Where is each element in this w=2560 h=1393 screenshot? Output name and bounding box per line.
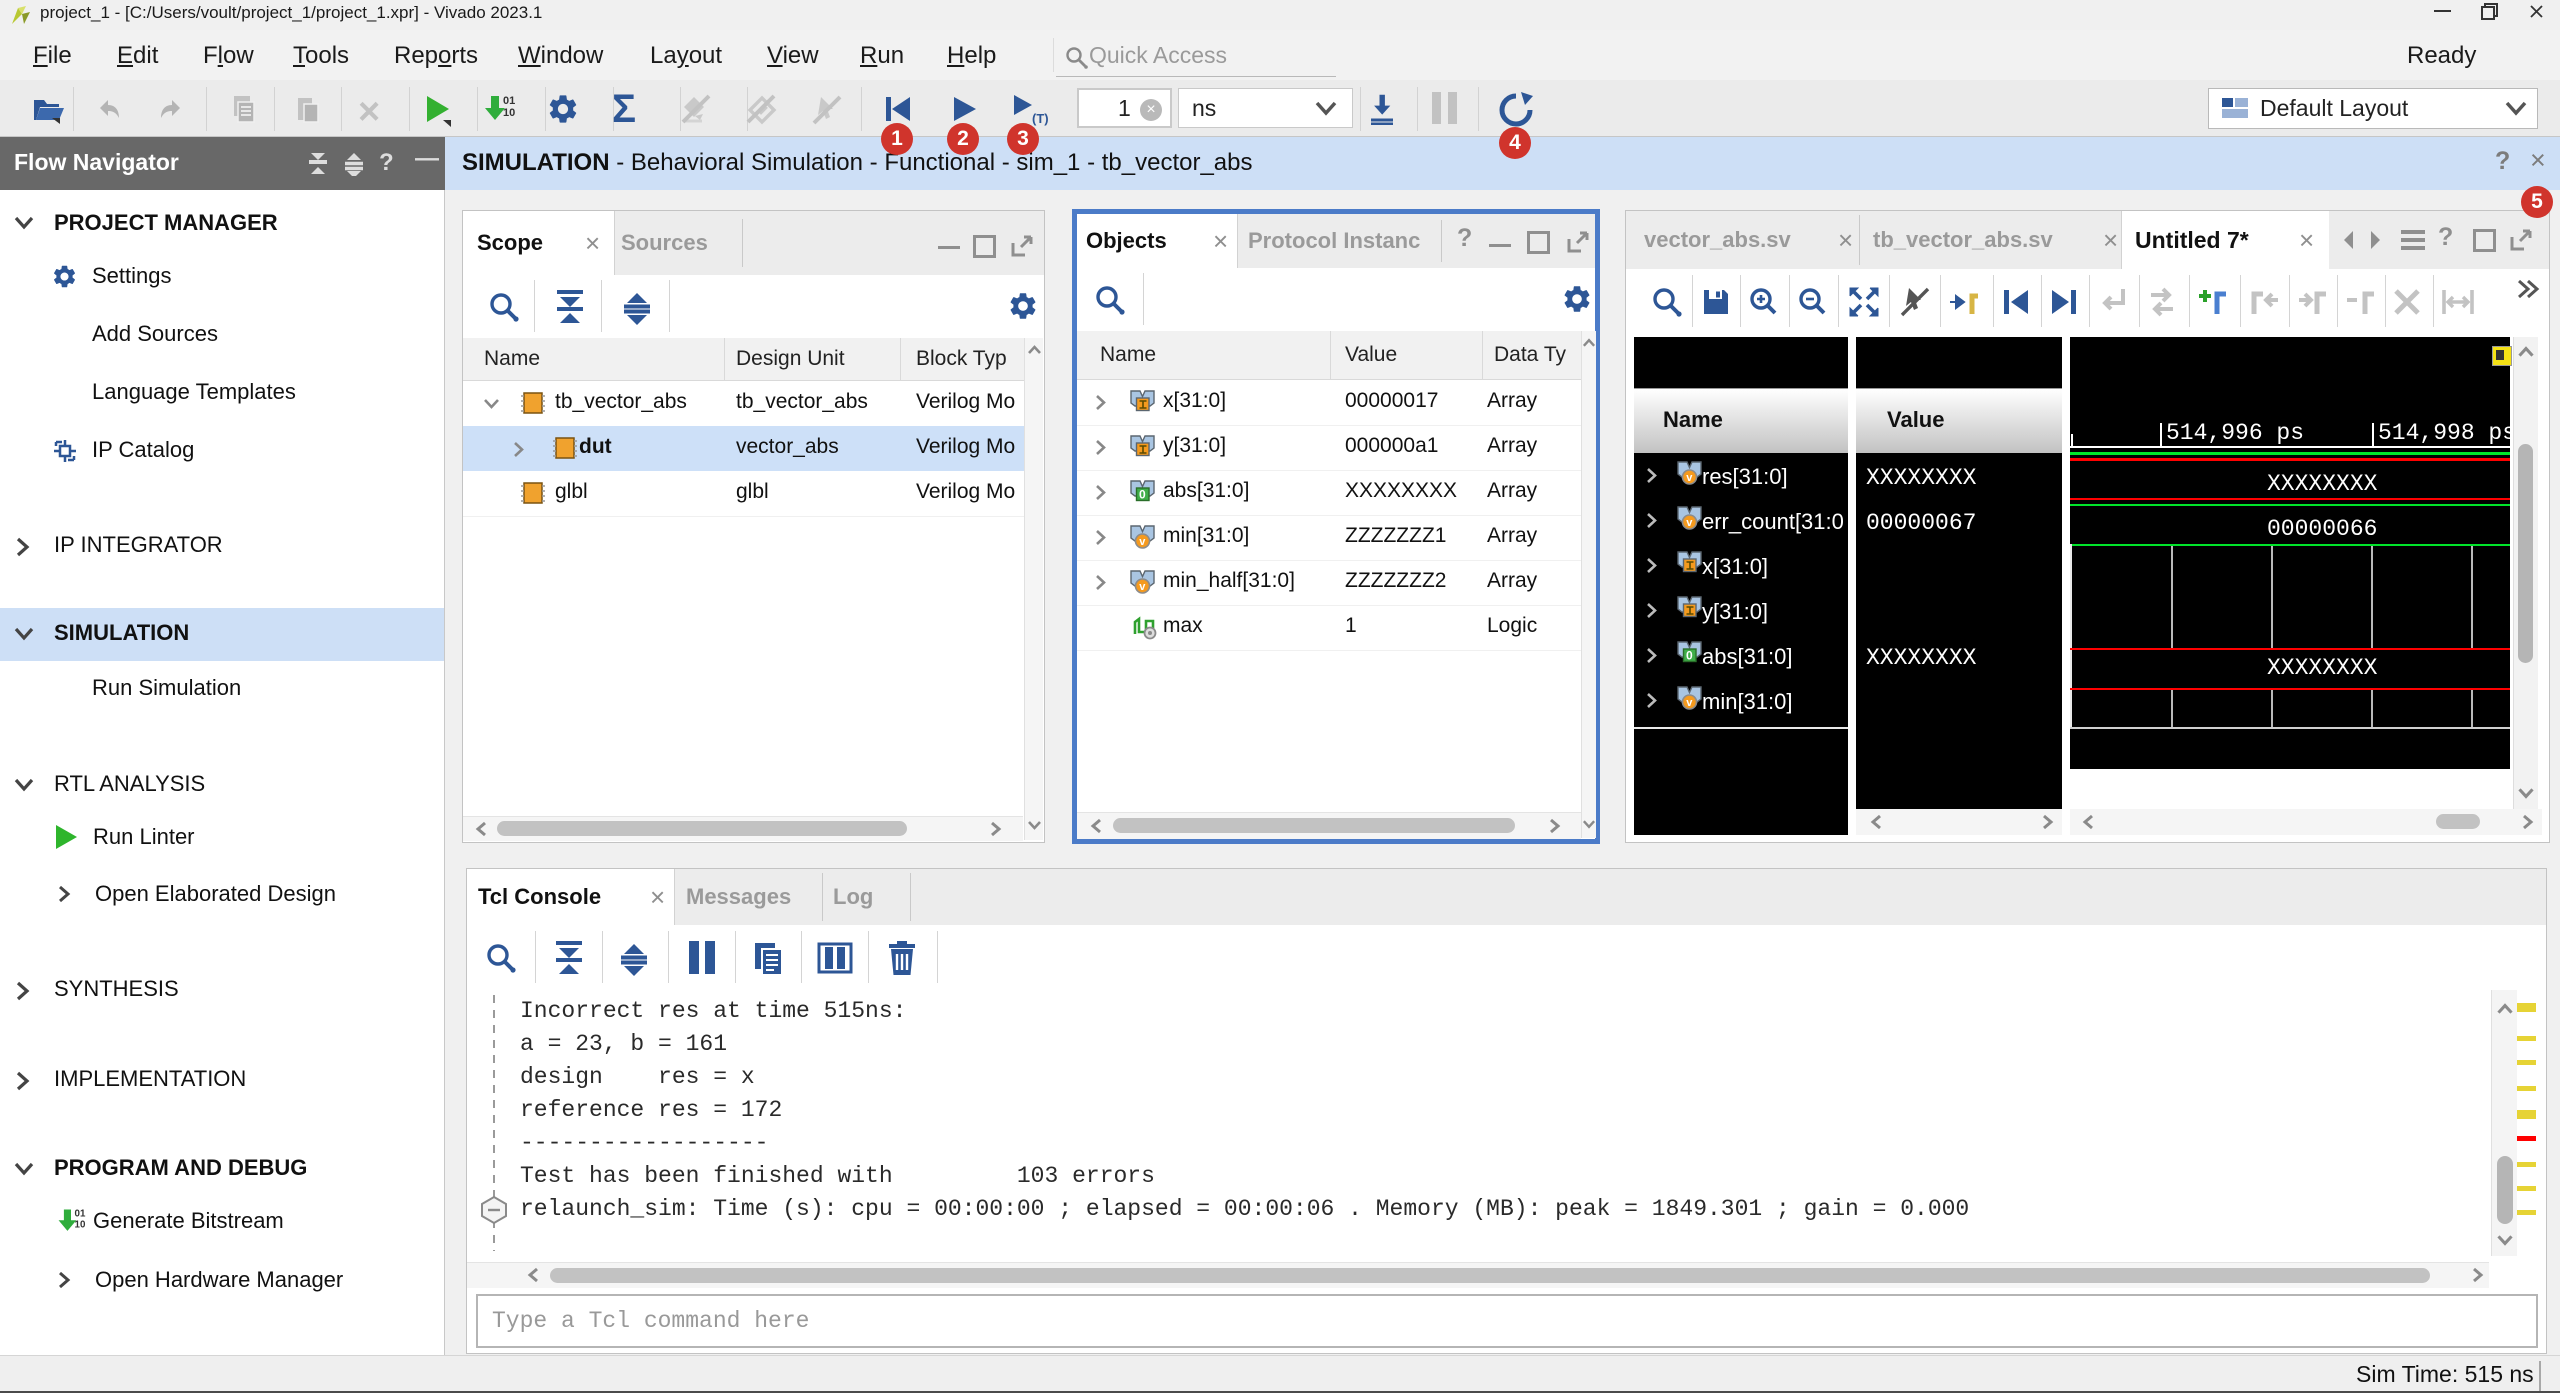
svg-text:v: v [1686, 697, 1693, 709]
svg-text:01: 01 [503, 95, 515, 107]
svg-text:01: 01 [75, 1209, 86, 1220]
svg-text:v: v [1686, 517, 1693, 529]
svg-text:10: 10 [75, 1219, 86, 1230]
svg-text:0: 0 [1139, 488, 1146, 502]
svg-text:10: 10 [503, 107, 515, 119]
svg-text:v: v [1686, 472, 1693, 484]
svg-text:v: v [1139, 536, 1146, 548]
svg-text:(T): (T) [1032, 111, 1049, 126]
svg-text:0: 0 [1686, 649, 1693, 663]
svg-text:v: v [1139, 581, 1146, 593]
